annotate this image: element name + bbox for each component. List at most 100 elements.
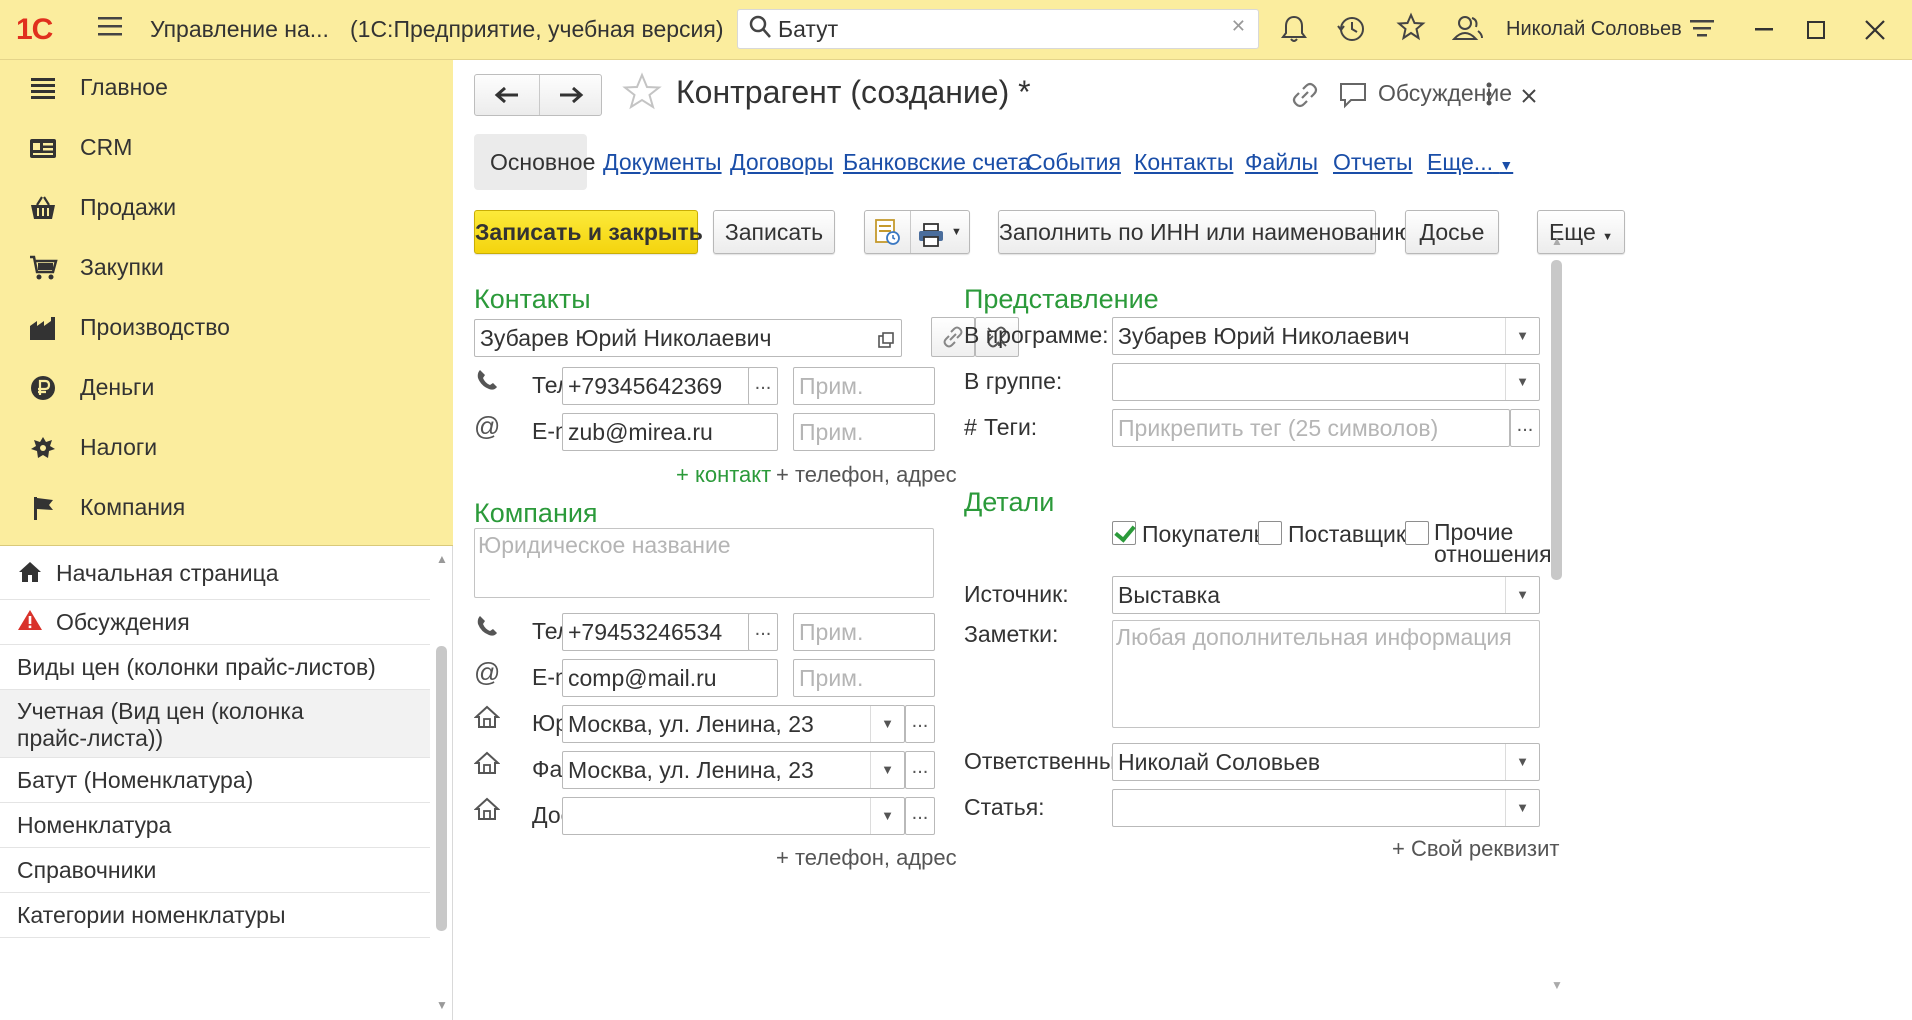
company-email-note-field[interactable]: Прим.	[793, 659, 935, 697]
dropdown-arrow-icon[interactable]: ▼	[870, 752, 904, 788]
add-favorite-star-icon[interactable]	[622, 72, 662, 122]
save-button[interactable]: Записать	[713, 210, 835, 254]
open-window-item[interactable]: Категории номенклатуры	[0, 893, 430, 938]
user-name[interactable]: Николай Соловьев	[1506, 18, 1682, 41]
open-window-item[interactable]: Обсуждения	[0, 600, 430, 645]
tab-main[interactable]: Основное	[474, 134, 595, 190]
contact-email-note-field[interactable]: Прим.	[793, 413, 935, 451]
form-scrollbar[interactable]: ▲ ▼	[1546, 230, 1568, 1010]
company-phone-select-button[interactable]: ...	[748, 613, 778, 651]
buyer-checkbox[interactable]	[1112, 521, 1136, 545]
company-phone-note-field[interactable]: Прим.	[793, 613, 935, 651]
add-custom-attribute-link[interactable]: + Свой реквизит	[1392, 836, 1559, 862]
link-icon[interactable]	[1290, 80, 1320, 116]
hamburger-menu-icon[interactable]	[96, 12, 124, 47]
section-production[interactable]: Производство	[0, 300, 453, 358]
forward-arrow-icon[interactable]	[539, 75, 602, 115]
dropdown-arrow-icon[interactable]: ▼	[951, 211, 962, 253]
notes-textarea[interactable]: Любая дополнительная информация	[1112, 620, 1540, 728]
back-arrow-icon[interactable]	[475, 75, 538, 115]
close-form-icon[interactable]	[1520, 84, 1538, 111]
scroll-down-icon[interactable]: ▼	[436, 998, 448, 1012]
section-sales[interactable]: Продажи	[0, 180, 453, 238]
dropdown-arrow-icon[interactable]: ▼	[1505, 790, 1539, 826]
tags-select-button[interactable]: ...	[1510, 409, 1540, 447]
tab-contacts[interactable]: Контакты	[1134, 134, 1233, 190]
scrollbar-thumb[interactable]	[436, 646, 447, 931]
open-window-icon[interactable]	[877, 328, 895, 355]
settings-menu-icon[interactable]	[1688, 14, 1716, 51]
scroll-up-icon[interactable]: ▲	[436, 552, 448, 566]
actual-address-select-button[interactable]: ...	[905, 751, 935, 789]
section-main[interactable]: Главное	[0, 60, 453, 118]
dropdown-arrow-icon[interactable]: ▼	[1505, 744, 1539, 780]
tab-bank-accounts[interactable]: Банковские счета	[843, 134, 1031, 190]
clear-search-icon[interactable]: ✕	[1231, 16, 1246, 37]
tab-reports[interactable]: Отчеты	[1333, 134, 1413, 190]
save-and-close-button[interactable]: Записать и закрыть	[474, 210, 703, 254]
dossier-button[interactable]: Досье	[1405, 210, 1499, 254]
history-icon[interactable]	[1336, 14, 1366, 51]
favorites-star-icon[interactable]	[1396, 12, 1426, 49]
dropdown-arrow-icon[interactable]: ▼	[1505, 364, 1539, 400]
open-window-item[interactable]: Начальная страница	[0, 546, 430, 600]
supplier-checkbox[interactable]	[1258, 521, 1282, 545]
tab-documents[interactable]: Документы	[603, 134, 722, 190]
users-icon[interactable]	[1451, 13, 1484, 50]
sidebar-scrollbar[interactable]: ▲ ▼	[432, 546, 452, 1020]
delivery-address-select-button[interactable]: ...	[905, 797, 935, 835]
add-company-phone-address-link[interactable]: + телефон, адрес	[776, 845, 957, 871]
add-contact-phone-address-link[interactable]: + телефон, адрес	[776, 462, 957, 488]
1c-logo[interactable]: 1С	[16, 13, 53, 47]
tab-events[interactable]: События	[1026, 134, 1121, 190]
in-group-field[interactable]: ▼	[1112, 363, 1540, 401]
section-purchases[interactable]: Закупки	[0, 240, 453, 298]
more-vertical-icon[interactable]	[1484, 80, 1494, 116]
maximize-icon[interactable]	[1806, 18, 1828, 49]
company-email-field[interactable]: comp@mail.ru	[562, 659, 778, 697]
section-company[interactable]: Компания	[0, 480, 453, 538]
contact-phone-field[interactable]: +79345642369	[562, 367, 750, 405]
printer-icon[interactable]	[917, 219, 945, 261]
legal-address-select-button[interactable]: ...	[905, 705, 935, 743]
open-window-item[interactable]: Виды цен (колонки прайс-листов)	[0, 645, 430, 690]
close-window-icon[interactable]	[1864, 17, 1886, 48]
contact-email-field[interactable]: zub@mirea.ru	[562, 413, 778, 451]
tab-files[interactable]: Файлы	[1245, 134, 1318, 190]
scroll-down-icon[interactable]: ▼	[1551, 978, 1563, 992]
actual-address-field[interactable]: Москва, ул. Ленина, 23 ▼	[562, 751, 905, 789]
section-crm[interactable]: CRM	[0, 120, 453, 178]
responsible-field[interactable]: Николай Соловьев ▼	[1112, 743, 1540, 781]
dropdown-arrow-icon[interactable]: ▼	[870, 706, 904, 742]
open-window-item-active[interactable]: Учетная (Вид цен (колонка прайс-листа))	[0, 690, 430, 758]
other-relations-checkbox[interactable]	[1405, 521, 1429, 545]
delivery-address-field[interactable]: ▼	[562, 797, 905, 835]
minimize-icon[interactable]	[1752, 10, 1776, 47]
source-field[interactable]: Выставка ▼	[1112, 576, 1540, 614]
discussion-button[interactable]: Обсуждение	[1338, 78, 1528, 112]
tags-input[interactable]: Прикрепить тег (25 символов)	[1112, 409, 1510, 447]
open-window-item[interactable]: Номенклатура	[0, 803, 430, 848]
scroll-up-icon[interactable]: ▲	[1551, 234, 1563, 248]
scrollbar-thumb[interactable]	[1551, 260, 1562, 580]
add-contact-link[interactable]: + контакт	[676, 462, 771, 488]
contact-person-field[interactable]: Зубарев Юрий Николаевич	[474, 319, 902, 357]
legal-name-field[interactable]: Юридическое название	[474, 528, 934, 598]
fill-by-inn-button[interactable]: Заполнить по ИНН или наименованию	[998, 210, 1412, 254]
contact-phone-select-button[interactable]: ...	[748, 367, 778, 405]
open-window-item[interactable]: Батут (Номенклатура)	[0, 758, 430, 803]
bell-icon[interactable]	[1280, 14, 1308, 51]
legal-address-field[interactable]: Москва, ул. Ленина, 23 ▼	[562, 705, 905, 743]
document-status-icon[interactable]	[873, 217, 901, 260]
section-money[interactable]: Деньги	[0, 360, 453, 418]
open-window-item[interactable]: Справочники	[0, 848, 430, 893]
dropdown-arrow-icon[interactable]: ▼	[1505, 577, 1539, 613]
article-field[interactable]: ▼	[1112, 789, 1540, 827]
dropdown-arrow-icon[interactable]: ▼	[870, 798, 904, 834]
contact-phone-note-field[interactable]: Прим.	[793, 367, 935, 405]
section-taxes[interactable]: Налоги	[0, 420, 453, 478]
global-search-input[interactable]: Батут ✕	[737, 9, 1259, 49]
in-program-field[interactable]: Зубарев Юрий Николаевич ▼	[1112, 317, 1540, 355]
tab-contracts[interactable]: Договоры	[730, 134, 833, 190]
tab-more[interactable]: Еще... ▼	[1427, 134, 1513, 190]
